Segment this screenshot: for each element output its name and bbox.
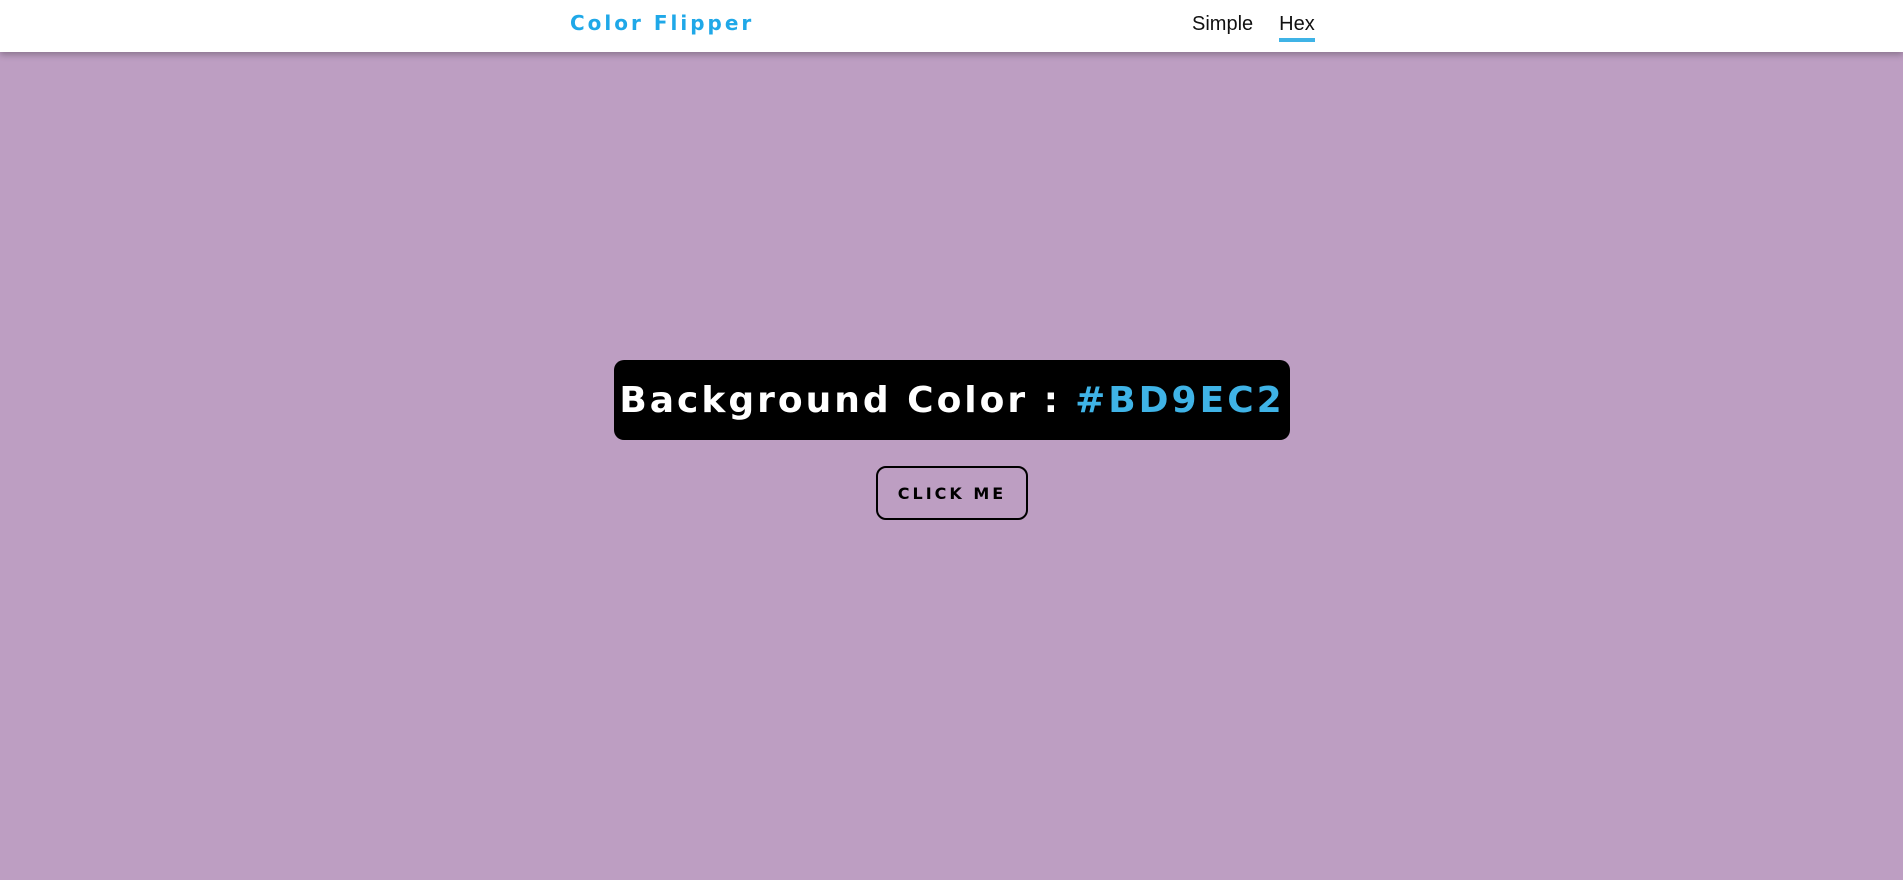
color-value: #BD9EC2	[1075, 379, 1285, 421]
navbar: Color Flipper Simple Hex	[0, 0, 1903, 52]
color-label: Background Color :	[619, 379, 1062, 421]
main-content: Background Color : #BD9EC2 CLICK ME	[0, 52, 1903, 880]
brand-logo[interactable]: Color Flipper	[570, 11, 754, 35]
nav-link-simple[interactable]: Simple	[1192, 13, 1253, 42]
nav-links: Simple Hex	[1192, 13, 1315, 42]
click-me-button[interactable]: CLICK ME	[876, 466, 1028, 520]
nav-link-hex[interactable]: Hex	[1279, 13, 1315, 42]
color-display-panel: Background Color : #BD9EC2	[614, 360, 1290, 440]
